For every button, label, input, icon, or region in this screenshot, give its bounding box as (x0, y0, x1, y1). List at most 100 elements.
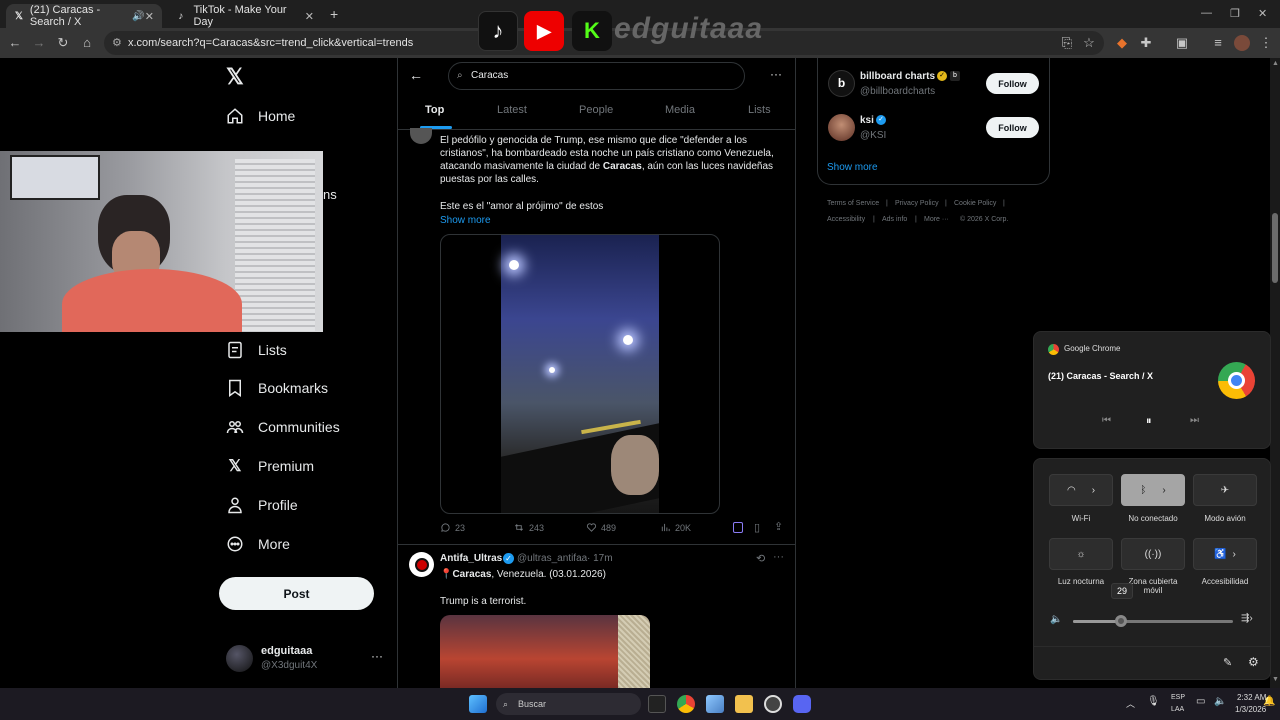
tab-lists[interactable]: Lists (748, 104, 771, 116)
nav-lists[interactable]: Lists (226, 335, 287, 365)
settings-gear-icon[interactable]: ⚙ (1248, 655, 1259, 669)
more-dots-icon[interactable]: ··· (371, 649, 383, 663)
tweet-image[interactable] (440, 615, 650, 688)
x-logo[interactable]: 𝕏 (226, 64, 244, 90)
tweet-author-handle[interactable]: @ultras_antifaa (517, 553, 587, 564)
forward-icon[interactable]: → (31, 35, 47, 51)
follow-button[interactable]: Follow (986, 117, 1039, 138)
chevron-right-icon[interactable]: › (1233, 549, 1236, 560)
nav-profile[interactable]: Profile (226, 490, 298, 520)
steam-icon[interactable] (764, 695, 782, 713)
tweet-more-icon[interactable]: ··· (773, 551, 784, 563)
extension-icon[interactable]: ◆ (1114, 35, 1130, 51)
keyboard-layout[interactable]: LAA (1171, 706, 1184, 713)
chevron-right-icon[interactable]: › (1092, 485, 1095, 496)
start-button[interactable] (469, 695, 487, 713)
reload-icon[interactable]: ↻ (55, 35, 71, 51)
wifi-toggle[interactable]: ◠ › (1049, 474, 1113, 506)
pause-icon[interactable]: ⏸ (1146, 415, 1152, 428)
chevron-up-icon[interactable]: ︿ (1126, 697, 1135, 710)
tweet-avatar[interactable] (409, 552, 434, 577)
post-button[interactable]: Post (219, 577, 374, 610)
close-tab-icon[interactable]: ✕ (145, 10, 154, 23)
tab-x-search[interactable]: 𝕏 (21) Caracas - Search / X 🔊 ✕ (6, 4, 162, 28)
tab-media[interactable]: Media (665, 104, 695, 116)
nav-premium[interactable]: 𝕏 Premium (226, 451, 314, 481)
billboard-avatar[interactable]: b (828, 70, 855, 97)
share-icon[interactable]: ⇪ (774, 520, 783, 533)
follow-handle[interactable]: @billboardcharts (860, 86, 935, 97)
follow-name[interactable]: billboard charts (860, 71, 935, 82)
tweet-author-name[interactable]: Antifa_Ultras (440, 553, 502, 564)
footer-link[interactable]: Cookie Policy (954, 200, 996, 207)
file-explorer-icon[interactable] (735, 695, 753, 713)
footer-link[interactable]: Terms of Service (827, 200, 879, 207)
repost-button[interactable]: 243 (513, 522, 544, 533)
maximize-icon[interactable]: ❐ (1230, 7, 1240, 20)
install-icon[interactable]: ⎘ (1059, 35, 1075, 51)
show-more-link[interactable]: Show more (440, 214, 780, 227)
photos-icon[interactable] (706, 695, 724, 713)
follow-handle[interactable]: @KSI (860, 130, 886, 141)
volume-slider[interactable] (1073, 615, 1233, 627)
minimize-icon[interactable]: — (1201, 7, 1212, 19)
close-tab-icon[interactable]: ✕ (305, 10, 314, 23)
volume-slider-thumb[interactable] (1115, 615, 1127, 627)
keyboard-language[interactable]: ESP (1171, 694, 1185, 701)
chrome-icon[interactable] (677, 695, 695, 713)
nav-bookmarks[interactable]: Bookmarks (226, 373, 328, 403)
tweet-video[interactable] (440, 234, 720, 514)
clock-time[interactable]: 2:32 AM (1237, 693, 1266, 702)
reading-list-icon[interactable]: ≡ (1210, 35, 1226, 51)
microphone-icon[interactable]: 🎙 (1147, 696, 1160, 707)
bluetooth-toggle[interactable]: ᛒ › (1121, 474, 1185, 506)
back-arrow-icon[interactable]: ← (409, 67, 423, 83)
scrollbar-thumb[interactable] (1272, 213, 1278, 283)
network-icon[interactable]: ▭ (1196, 696, 1205, 707)
discord-icon[interactable] (793, 695, 811, 713)
volume-icon[interactable]: 🔈 (1214, 696, 1226, 707)
ksi-avatar[interactable] (828, 114, 855, 141)
grok-icon[interactable] (733, 522, 743, 533)
puzzle-icon[interactable]: ✚ (1138, 35, 1154, 51)
chevron-right-icon[interactable]: › (1162, 485, 1165, 496)
account-switcher[interactable]: edguitaaa @X3dguit4X ··· (226, 643, 386, 675)
audio-icon[interactable]: 🔊 (132, 11, 144, 22)
tab-tiktok[interactable]: ♪ TikTok - Make Your Day ✕ (166, 4, 322, 28)
notification-bell-icon[interactable]: 🔔 (1263, 696, 1275, 707)
follow-button[interactable]: Follow (986, 73, 1039, 94)
more-options-icon[interactable]: ··· (770, 67, 782, 81)
tweet-time[interactable]: · 17m (587, 553, 613, 564)
show-more-link[interactable]: Show more (827, 162, 878, 173)
back-icon[interactable]: ← (7, 35, 23, 51)
grok-explain-icon[interactable]: ⟲ (756, 552, 765, 565)
bookmark-icon[interactable]: ▯ (754, 521, 760, 534)
airplane-toggle[interactable]: ✈ (1193, 474, 1257, 506)
split-view-icon[interactable]: ▣ (1174, 35, 1190, 51)
nav-more[interactable]: More (226, 529, 290, 559)
like-button[interactable]: 489 (586, 522, 616, 533)
footer-link[interactable]: Accessibility (827, 216, 865, 223)
search-input[interactable]: ⌕ Caracas (448, 62, 745, 90)
speaker-icon[interactable]: 🔈 (1050, 614, 1062, 625)
bookmark-star-icon[interactable]: ☆ (1081, 35, 1097, 51)
epic-games-icon[interactable] (648, 695, 666, 713)
scroll-up-arrow[interactable]: ▲ (1272, 60, 1279, 67)
scroll-down-arrow[interactable]: ▼ (1272, 676, 1279, 683)
new-tab-icon[interactable]: + (330, 6, 338, 22)
taskbar-search[interactable]: ⌕ Buscar (496, 693, 641, 715)
footer-link[interactable]: Ads info (882, 216, 907, 223)
nav-communities[interactable]: Communities (226, 412, 340, 442)
close-window-icon[interactable]: ✕ (1258, 7, 1267, 20)
profile-avatar[interactable] (1234, 35, 1250, 51)
edit-pencil-icon[interactable]: ✎ (1223, 656, 1232, 669)
tab-people[interactable]: People (579, 104, 613, 116)
audio-output-icon[interactable]: ⇶› (1241, 613, 1253, 624)
accessibility-toggle[interactable]: ♿ › (1193, 538, 1257, 570)
tab-top[interactable]: Top (425, 104, 444, 116)
footer-link[interactable]: More ··· (924, 216, 949, 223)
hotspot-toggle[interactable]: ((·)) (1121, 538, 1185, 570)
footer-link[interactable]: Privacy Policy (895, 200, 939, 207)
tab-latest[interactable]: Latest (497, 104, 527, 116)
night-light-toggle[interactable]: ☼ (1049, 538, 1113, 570)
